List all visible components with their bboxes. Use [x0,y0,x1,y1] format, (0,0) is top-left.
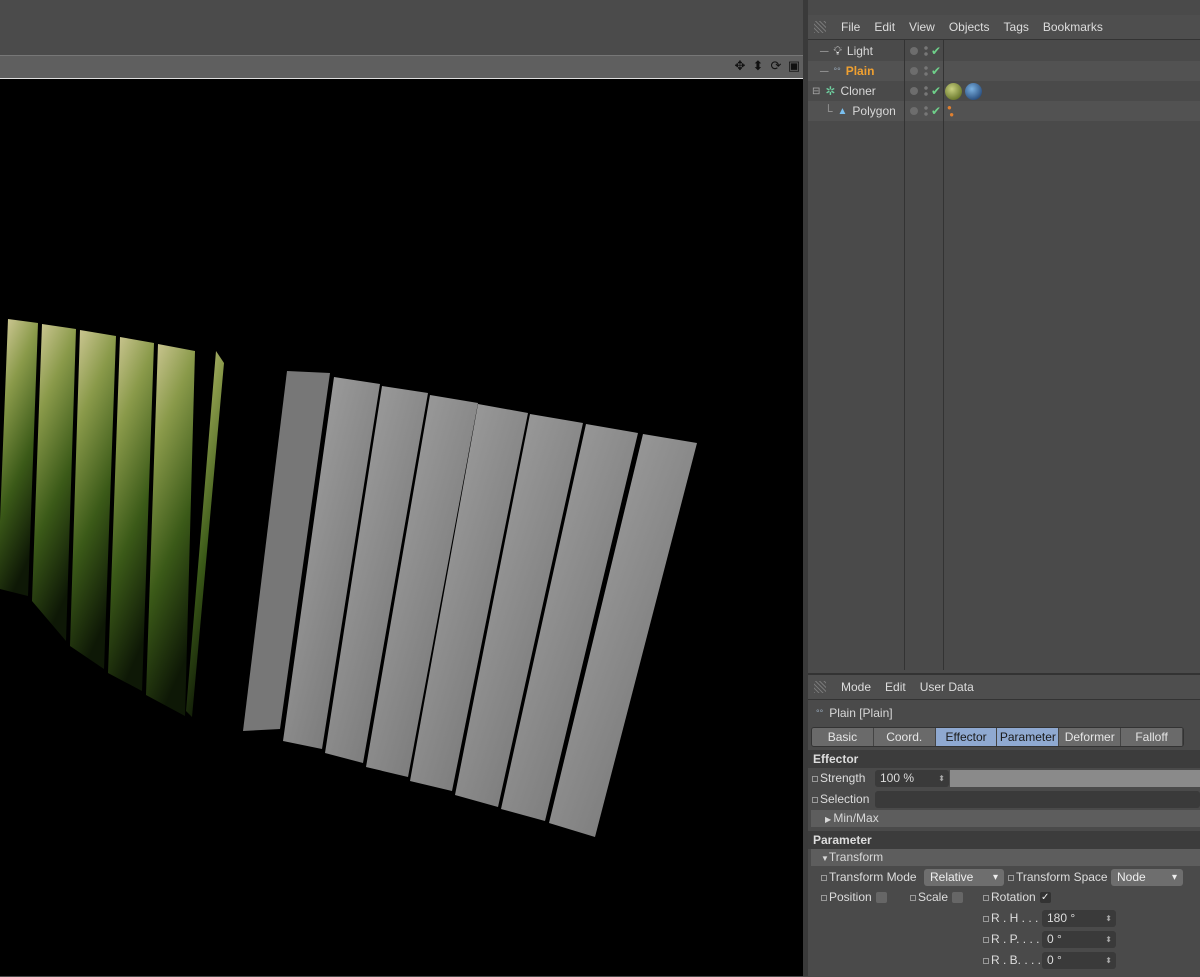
object-name[interactable]: Plain [846,64,875,78]
enabled-check-icon[interactable]: ✔ [931,84,941,98]
tab-falloff[interactable]: Falloff [1121,728,1183,746]
menu-edit[interactable]: Edit [867,20,902,34]
polygon-icon: ▲ [837,105,848,117]
tab-basic[interactable]: Basic [812,728,874,746]
tab-coord[interactable]: Coord. [873,728,936,746]
move-icon[interactable]: ✥ [733,59,747,73]
attribute-menubar: Mode Edit User Data [808,675,1200,700]
transform-space-label: Transform Space [1008,869,1108,886]
rh-label: R . H . . . . [983,910,1045,927]
render-dots[interactable] [924,45,928,57]
render-dots[interactable] [924,85,928,97]
selection-field[interactable] [875,791,1200,808]
object-name[interactable]: Polygon [852,104,895,118]
rb-label: R . B. . . . . [983,952,1048,969]
position-checkbox[interactable] [875,892,887,904]
render-dots[interactable] [924,105,928,117]
visibility-dot[interactable] [910,67,918,75]
transform-mode-dropdown[interactable]: Relative [924,869,1004,886]
object-title: Plain [Plain] [829,705,893,720]
strength-slider[interactable] [950,770,1200,787]
transform-mode-label: Transform Mode [821,869,917,886]
attribute-tabs: Basic Coord. Effector Parameter Deformer… [811,727,1184,747]
menu-view[interactable]: View [902,20,942,34]
rb-input[interactable]: 0 ° ⬍ [1042,952,1116,969]
rp-label: R . P. . . . . [983,931,1046,948]
object-name[interactable]: Cloner [840,84,875,98]
object-row-cloner[interactable]: ⊟ ✲ Cloner ✔ [808,81,1200,101]
menu-objects[interactable]: Objects [942,20,997,34]
object-row-polygon[interactable]: └ ▲ Polygon ✔ ● ● [808,101,1200,121]
render-dots[interactable] [924,65,928,77]
column-divider [904,40,905,670]
collapse-arrow-icon: ▼ [821,854,829,863]
object-manager-menubar: File Edit View Objects Tags Bookmarks [808,15,1200,40]
grip-icon[interactable] [814,21,826,33]
menu-user-data[interactable]: User Data [913,680,981,694]
object-list: ─ 💡︎ Light ✔ ─ °° Plain ✔ ⊟ ✲ Cloner ✔ └ ▲ Polyg… [808,40,1200,670]
menu-edit[interactable]: Edit [878,680,913,694]
object-title-row: °° Plain [Plain] [808,700,1200,725]
scene [0,319,697,837]
strip [146,344,195,716]
rh-input[interactable]: 180 ° ⬍ [1042,910,1116,927]
menu-file[interactable]: File [834,20,867,34]
textured-strips [0,319,224,717]
strip [70,330,116,669]
visibility-dot[interactable] [910,87,918,95]
object-row-plain[interactable]: ─ °° Plain ✔ [808,61,1200,81]
collapse-icon[interactable]: ⊟ [812,86,820,97]
tab-deformer[interactable]: Deformer [1059,728,1122,746]
menu-tags[interactable]: Tags [997,20,1036,34]
scale-label: Scale [910,889,964,906]
light-bulb-icon: 💡︎ [833,43,842,58]
material-tag-green-icon[interactable] [945,82,962,100]
strength-input[interactable]: 100 % ⬍ [875,770,949,787]
gray-strips [243,371,697,837]
strip [0,319,38,596]
transform-space-dropdown[interactable]: Node [1111,869,1183,886]
strength-label: Strength [812,770,865,787]
enabled-check-icon[interactable]: ✔ [931,104,941,118]
object-name[interactable]: Light [847,44,873,58]
transform-group[interactable]: ▼Transform [811,849,1200,866]
scale-checkbox[interactable] [952,892,964,904]
column-divider [943,40,944,670]
right-panel: File Edit View Objects Tags Bookmarks ─ 💡… [808,15,1200,976]
plain-effector-icon: °° [833,66,841,76]
tab-parameter[interactable]: Parameter [997,728,1060,746]
strip [108,337,154,691]
down-arrow-icon[interactable]: ⬍ [751,59,765,73]
window-icon[interactable]: ▣ [787,59,801,73]
enabled-check-icon[interactable]: ✔ [931,64,941,78]
top-toolbar-area [0,0,806,55]
minmax-group[interactable]: ▶ Min/Max [811,810,1200,827]
plain-effector-icon: °° [816,707,824,718]
3d-viewport[interactable] [0,78,803,976]
attribute-manager: Mode Edit User Data °° Plain [Plain] Bas… [808,673,1200,976]
menu-mode[interactable]: Mode [834,680,878,694]
grip-icon[interactable] [814,681,826,693]
menu-bookmarks[interactable]: Bookmarks [1036,20,1110,34]
cloner-icon: ✲ [825,84,836,98]
section-effector: Effector [808,750,1200,768]
rotate-icon[interactable]: ⟳ [769,59,783,73]
object-row-light[interactable]: ─ 💡︎ Light ✔ [808,41,1200,61]
viewport-header: ✥ ⬍ ⟳ ▣ [0,55,803,78]
tab-effector[interactable]: Effector [935,728,998,746]
material-tag-blue-icon[interactable] [965,82,982,100]
selection-label: Selection [812,791,869,808]
vertex-map-tag-icon[interactable]: ● ● [947,104,954,119]
section-parameter: Parameter [808,831,1200,849]
strip [32,324,76,641]
position-label: Position [821,889,887,906]
rp-input[interactable]: 0 ° ⬍ [1042,931,1116,948]
rotation-label: Rotation ✓ [983,889,1051,906]
visibility-dot[interactable] [910,107,918,115]
rotation-checkbox[interactable]: ✓ [1039,892,1051,904]
enabled-check-icon[interactable]: ✔ [931,44,941,58]
visibility-dot[interactable] [910,47,918,55]
